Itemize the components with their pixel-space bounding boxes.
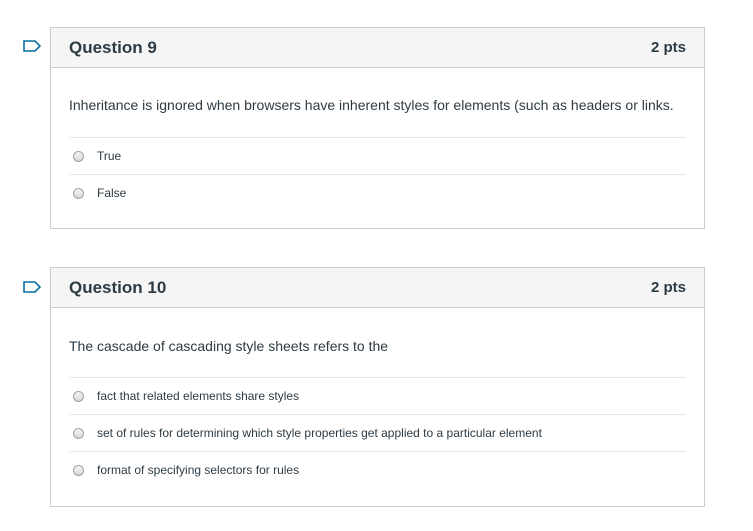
answer-label: False [97, 186, 127, 200]
answer-label: set of rules for determining which style… [97, 426, 542, 440]
radio-button-icon[interactable] [73, 187, 84, 199]
flag-question-icon[interactable] [23, 281, 41, 293]
answer-option-2[interactable]: set of rules for determining which style… [69, 415, 686, 452]
flag-question-icon[interactable] [23, 40, 41, 52]
question-body: Inheritance is ignored when browsers hav… [51, 68, 704, 211]
question-card-9: Question 9 2 pts Inheritance is ignored … [50, 27, 705, 229]
answer-option-1[interactable]: fact that related elements share styles [69, 378, 686, 415]
question-header: Question 9 2 pts [51, 28, 704, 68]
answer-option-true[interactable]: True [69, 138, 686, 175]
answer-label: True [97, 149, 122, 163]
radio-button-icon[interactable] [73, 464, 84, 476]
question-title: Question 10 [69, 277, 167, 297]
answer-list: fact that related elements share styles … [69, 378, 686, 488]
question-header: Question 10 2 pts [51, 268, 704, 308]
answer-option-false[interactable]: False [69, 175, 686, 211]
radio-button-icon[interactable] [73, 150, 84, 162]
answer-list: True False [69, 138, 686, 211]
question-points: 2 pts [650, 39, 686, 56]
question-body: The cascade of cascading style sheets re… [51, 308, 704, 488]
answer-label: fact that related elements share styles [97, 389, 300, 403]
radio-button-icon[interactable] [73, 390, 84, 402]
answer-label: format of specifying selectors for rules [97, 463, 300, 477]
question-points: 2 pts [650, 279, 686, 296]
answer-option-3[interactable]: format of specifying selectors for rules [69, 452, 686, 488]
radio-button-icon[interactable] [73, 427, 84, 439]
question-text: Inheritance is ignored when browsers hav… [69, 68, 686, 138]
question-text: The cascade of cascading style sheets re… [69, 308, 686, 378]
question-title: Question 9 [69, 37, 157, 57]
question-card-10: Question 10 2 pts The cascade of cascadi… [50, 267, 705, 507]
